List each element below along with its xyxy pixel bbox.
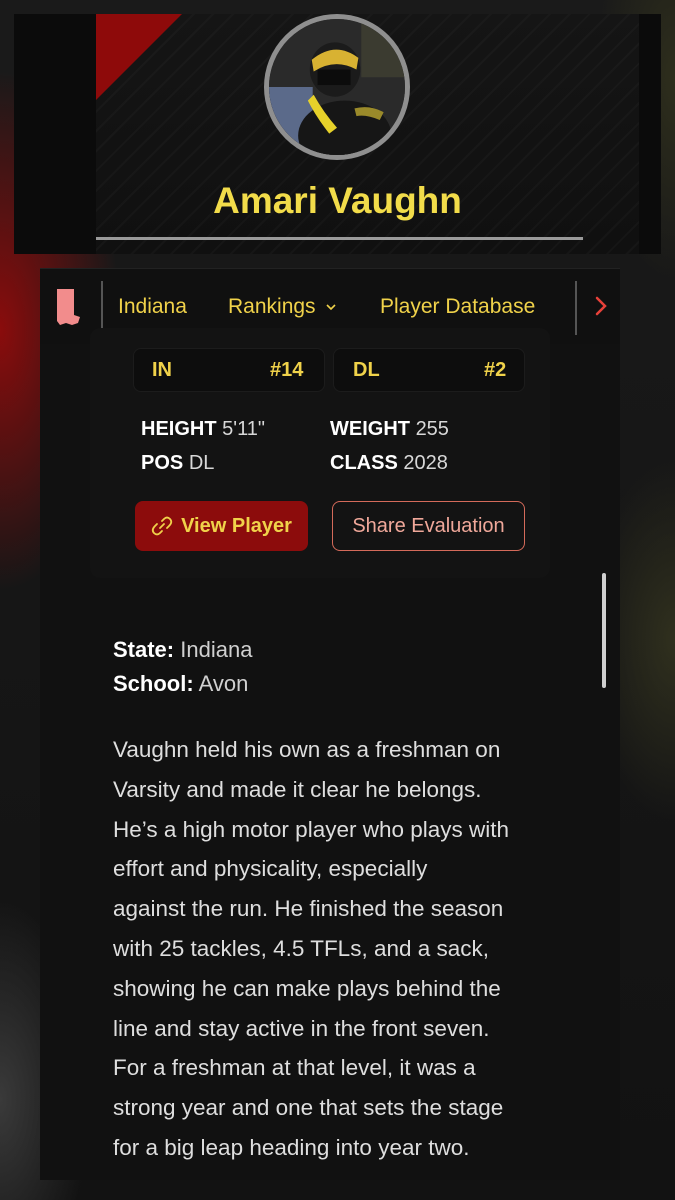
class-stat: CLASS 2028 bbox=[330, 452, 448, 475]
scrollbar-thumb[interactable] bbox=[602, 573, 606, 688]
state-rank-label: IN bbox=[152, 359, 172, 381]
position-rank-value: #2 bbox=[484, 359, 507, 381]
pos-value: DL bbox=[188, 452, 215, 474]
school-info: School: Avon bbox=[113, 671, 248, 697]
nav-item-rankings-label: Rankings bbox=[228, 295, 316, 318]
player-photo bbox=[269, 19, 405, 155]
weight-label: WEIGHT bbox=[330, 418, 410, 440]
nav-item-rankings[interactable]: Rankings bbox=[228, 295, 337, 319]
evaluation-line: Varsity and made it clear he belongs. bbox=[113, 776, 482, 802]
position-rank-label: DL bbox=[353, 359, 380, 381]
state-rank-value: #14 bbox=[270, 359, 304, 381]
player-header: Amari Vaughn bbox=[14, 14, 661, 254]
share-evaluation-button[interactable]: Share Evaluation bbox=[332, 501, 525, 551]
pos-stat: POS DL bbox=[141, 452, 214, 475]
class-label: CLASS bbox=[330, 452, 398, 474]
red-corner-accent bbox=[96, 14, 182, 100]
evaluation-line: showing he can make plays behind the bbox=[113, 975, 501, 1001]
player-avatar bbox=[264, 14, 410, 160]
state-info-value: Indiana bbox=[180, 637, 253, 662]
chevron-down-icon bbox=[326, 304, 336, 311]
height-value: 5'11" bbox=[222, 418, 265, 440]
evaluation-line: strong year and one that sets the stage bbox=[113, 1095, 504, 1121]
evaluation-line: He’s a high motor player who plays with bbox=[113, 816, 510, 842]
share-evaluation-label: Share Evaluation bbox=[352, 514, 505, 537]
chevron-right-icon[interactable] bbox=[590, 291, 612, 321]
player-name: Amari Vaughn bbox=[213, 180, 462, 221]
link-icon bbox=[151, 516, 173, 536]
school-info-label: School: bbox=[113, 671, 194, 696]
school-info-value: Avon bbox=[198, 671, 249, 696]
indiana-state-icon[interactable] bbox=[54, 287, 82, 327]
evaluation-line: against the run. He finished the season bbox=[113, 896, 504, 922]
view-player-button[interactable]: View Player bbox=[135, 501, 308, 551]
evaluation-line: effort and physicality, especially bbox=[113, 856, 428, 882]
header-divider bbox=[96, 237, 583, 240]
view-player-label: View Player bbox=[181, 514, 292, 537]
pos-label: POS bbox=[141, 452, 184, 474]
height-stat: HEIGHT 5'11" bbox=[141, 418, 265, 441]
evaluation-line: Vaughn held his own as a freshman on bbox=[113, 737, 501, 762]
evaluation-text: Vaughn held his own as a freshman on Var… bbox=[113, 730, 563, 1168]
evaluation-line: line and stay active in the front seven. bbox=[113, 1015, 490, 1041]
nav-item-player-database[interactable]: Player Database bbox=[380, 295, 535, 319]
height-label: HEIGHT bbox=[141, 418, 217, 440]
class-value: 2028 bbox=[403, 452, 448, 474]
weight-value: 255 bbox=[415, 418, 449, 440]
evaluation-line: with 25 tackles, 4.5 TFLs, and a sack, bbox=[113, 935, 490, 961]
evaluation-line: for a big leap heading into year two. bbox=[113, 1134, 470, 1160]
nav-divider bbox=[575, 281, 577, 335]
nav-item-indiana[interactable]: Indiana bbox=[118, 295, 187, 319]
state-info-label: State: bbox=[113, 637, 175, 662]
evaluation-line: For a freshman at that level, it was a bbox=[113, 1055, 476, 1081]
state-info: State: Indiana bbox=[113, 637, 252, 663]
nav-divider bbox=[101, 281, 103, 335]
weight-stat: WEIGHT 255 bbox=[330, 418, 449, 441]
